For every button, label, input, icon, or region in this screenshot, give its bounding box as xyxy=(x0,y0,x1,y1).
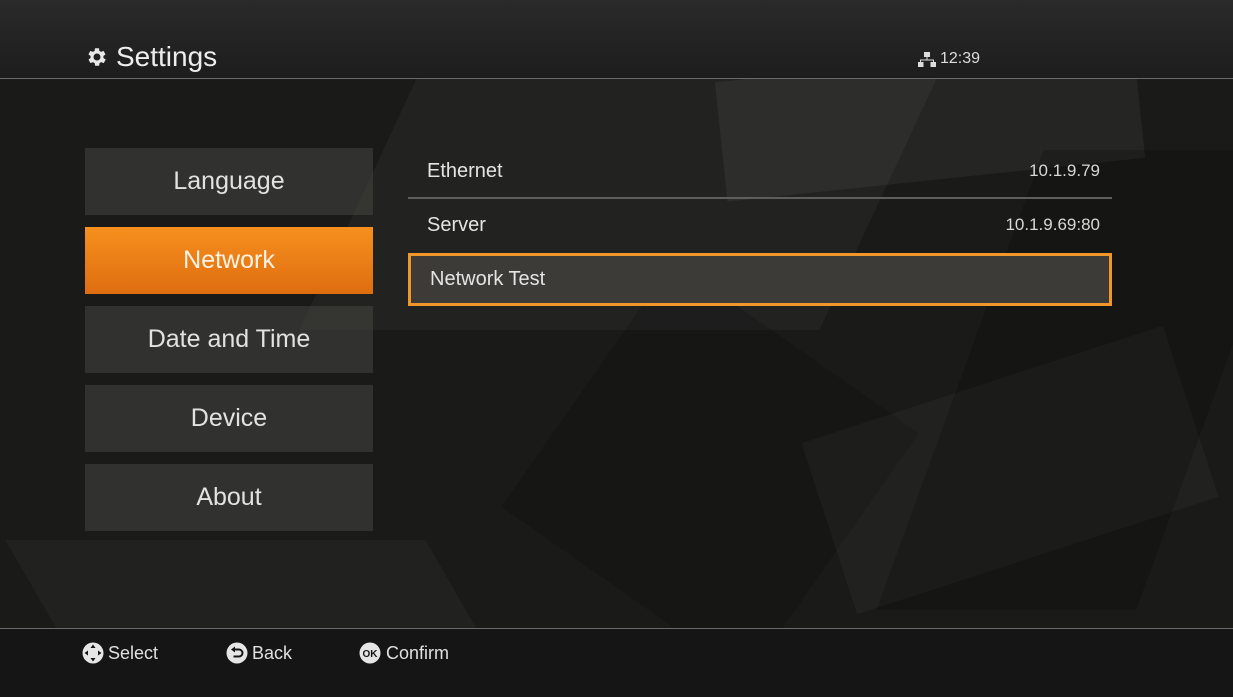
ok-badge-text: OK xyxy=(363,649,379,660)
select-hint-label: Select xyxy=(108,642,159,663)
back-hint: Back xyxy=(226,642,292,664)
row-label: Server xyxy=(427,213,486,236)
menu-item-date-and-time[interactable]: Date and Time xyxy=(85,306,373,373)
back-icon xyxy=(226,642,248,664)
network-settings-list: Ethernet 10.1.9.79 Server 10.1.9.69:80 N… xyxy=(408,145,1112,306)
ethernet-row[interactable]: Ethernet 10.1.9.79 xyxy=(408,145,1112,199)
back-hint-label: Back xyxy=(252,642,293,663)
row-value: 10.1.9.69:80 xyxy=(1005,215,1100,234)
page-title: Settings xyxy=(116,41,218,72)
confirm-hint-label: Confirm xyxy=(386,642,450,663)
menu-item-about[interactable]: About xyxy=(85,464,373,531)
ok-icon: OK xyxy=(359,642,381,664)
menu-item-language[interactable]: Language xyxy=(85,148,373,215)
status-area: 12:39 xyxy=(918,50,980,68)
menu-item-label: About xyxy=(196,483,262,511)
menu-item-label: Date and Time xyxy=(147,325,311,353)
network-test-row[interactable]: Network Test xyxy=(408,253,1112,306)
menu-item-device[interactable]: Device xyxy=(85,385,373,452)
menu-item-label: Network xyxy=(183,246,275,274)
menu-item-network[interactable]: Network xyxy=(85,227,373,294)
select-hint: Select xyxy=(82,642,158,664)
gear-icon xyxy=(88,48,106,66)
server-row[interactable]: Server 10.1.9.69:80 xyxy=(408,199,1112,251)
page-title-group: Settings xyxy=(84,40,217,74)
network-icon xyxy=(918,51,936,67)
footer-hint-bar: Select Back OK Confirm xyxy=(0,628,1233,697)
row-label: Network Test xyxy=(430,268,546,290)
row-label: Ethernet xyxy=(427,159,503,182)
header-bar: Settings 12:39 xyxy=(0,0,1233,79)
menu-item-label: Language xyxy=(173,167,285,195)
row-value: 10.1.9.79 xyxy=(1029,161,1100,180)
menu-item-label: Device xyxy=(190,404,268,432)
dpad-icon xyxy=(82,642,104,664)
settings-menu: Language Network Date and Time Device Ab… xyxy=(85,148,373,543)
confirm-hint: OK Confirm xyxy=(358,642,449,664)
clock: 12:39 xyxy=(940,50,981,67)
